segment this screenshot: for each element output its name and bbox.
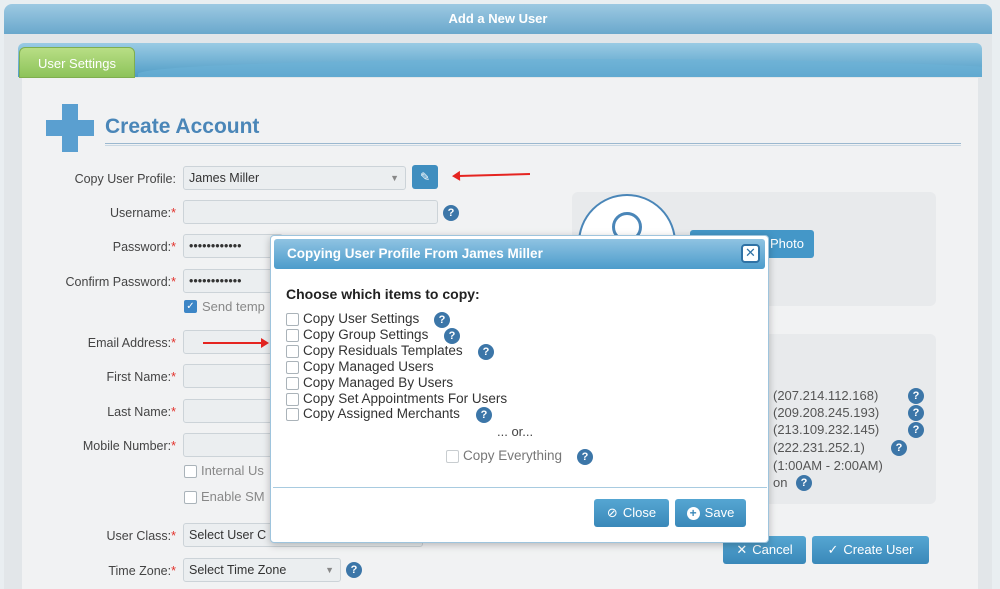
help-icon[interactable]: ? xyxy=(908,422,924,438)
copy-assigned-merchants-checkbox[interactable] xyxy=(286,408,299,421)
help-icon[interactable]: ? xyxy=(908,388,924,404)
help-icon[interactable]: ? xyxy=(577,449,593,465)
plus-circle-icon: + xyxy=(686,507,700,520)
copy-set-appointments-checkbox[interactable] xyxy=(286,393,299,406)
ip-entry: (1:00AM - 2:00AM) xyxy=(773,458,883,473)
tab-bar xyxy=(18,43,982,77)
help-icon[interactable]: ? xyxy=(478,344,494,360)
circle-slash-icon: ⊘ xyxy=(606,505,618,520)
chevron-down-icon: ▼ xyxy=(390,173,399,183)
email-label: Email Address:* xyxy=(87,336,176,350)
ip-entry: on xyxy=(773,475,788,490)
copy-assigned-merchants-label: Copy Assigned Merchants xyxy=(303,406,460,421)
help-icon[interactable]: ? xyxy=(908,405,924,421)
dialog-subtitle: Choose which items to copy: xyxy=(286,286,480,302)
ip-entry: (222.231.252.1) xyxy=(773,440,865,455)
help-icon[interactable]: ? xyxy=(346,562,362,578)
last-name-field[interactable] xyxy=(183,399,283,423)
dialog-close-icon[interactable]: ✕ xyxy=(741,244,760,263)
mobile-label: Mobile Number:* xyxy=(82,439,176,453)
chevron-down-icon: ▼ xyxy=(325,565,334,575)
first-name-label: First Name:* xyxy=(106,370,176,384)
help-icon[interactable]: ? xyxy=(434,312,450,328)
window-title: Add a New User xyxy=(4,4,992,34)
send-temp-checkbox[interactable]: ✓ xyxy=(184,300,197,313)
copy-group-settings-checkbox[interactable] xyxy=(286,329,299,342)
copy-managed-users-label: Copy Managed Users xyxy=(303,359,434,374)
help-icon[interactable]: ? xyxy=(891,440,907,456)
copy-managed-users-checkbox[interactable] xyxy=(286,361,299,374)
tab-user-settings[interactable]: User Settings xyxy=(19,47,135,78)
help-icon[interactable]: ? xyxy=(476,407,492,423)
copy-everything-label: Copy Everything xyxy=(463,448,563,463)
tab-bar-wave xyxy=(138,59,982,77)
dialog-close-button[interactable]: ⊘ Close xyxy=(594,499,669,527)
copy-user-settings-label: Copy User Settings xyxy=(303,311,420,326)
first-name-field[interactable] xyxy=(183,364,283,388)
username-field[interactable] xyxy=(183,200,438,224)
help-icon[interactable]: ? xyxy=(443,205,459,221)
copy-user-settings-checkbox[interactable] xyxy=(286,313,299,326)
dialog-divider xyxy=(273,487,767,488)
copy-profile-select[interactable]: James Miller ▼ xyxy=(183,166,406,190)
dialog-title: Copying User Profile From James Miller xyxy=(274,239,765,269)
ip-entry: (209.208.245.193) xyxy=(773,405,880,420)
create-user-button[interactable]: ✓ Create User xyxy=(812,536,929,564)
ip-entry: (213.109.232.145) xyxy=(773,422,880,437)
copy-residuals-templates-checkbox[interactable] xyxy=(286,345,299,358)
copy-profile-label: Copy User Profile: xyxy=(74,172,176,186)
or-separator: ... or... xyxy=(497,424,534,439)
confirm-password-field[interactable]: •••••••••••• xyxy=(183,269,283,293)
help-icon[interactable]: ? xyxy=(796,475,812,491)
copy-residuals-templates-label: Copy Residuals Templates xyxy=(303,343,463,358)
last-name-label: Last Name:* xyxy=(107,405,176,419)
internal-user-label: Internal Us xyxy=(201,463,264,478)
plus-icon xyxy=(46,104,94,152)
check-icon: ✓ xyxy=(827,542,839,557)
page-title: Create Account xyxy=(105,115,260,138)
time-zone-label: Time Zone:* xyxy=(108,564,176,578)
confirm-password-label: Confirm Password:* xyxy=(65,275,176,289)
user-class-label: User Class:* xyxy=(106,529,176,543)
dialog-save-button[interactable]: + Save xyxy=(675,499,746,527)
copy-everything-checkbox[interactable] xyxy=(446,450,459,463)
mobile-field[interactable] xyxy=(183,433,283,457)
password-field[interactable]: •••••••••••• xyxy=(183,234,283,258)
internal-user-checkbox[interactable] xyxy=(184,465,197,478)
copy-group-settings-label: Copy Group Settings xyxy=(303,327,429,342)
copy-managed-by-users-checkbox[interactable] xyxy=(286,377,299,390)
enable-sms-label: Enable SM xyxy=(201,489,265,504)
ip-entry: (207.214.112.168) xyxy=(773,388,879,403)
edit-profile-button[interactable]: ✎ xyxy=(412,165,438,189)
copy-set-appointments-label: Copy Set Appointments For Users xyxy=(303,391,508,406)
title-divider xyxy=(105,143,961,146)
send-temp-label: Send temp xyxy=(202,299,265,314)
help-icon[interactable]: ? xyxy=(444,328,460,344)
pencil-icon: ✎ xyxy=(419,170,431,184)
enable-sms-checkbox[interactable] xyxy=(184,491,197,504)
time-zone-select[interactable]: Select Time Zone ▼ xyxy=(183,558,341,582)
password-label: Password:* xyxy=(112,240,176,254)
username-label: Username:* xyxy=(109,206,176,220)
copy-managed-by-users-label: Copy Managed By Users xyxy=(303,375,454,390)
annotation-arrow-right xyxy=(203,338,269,348)
